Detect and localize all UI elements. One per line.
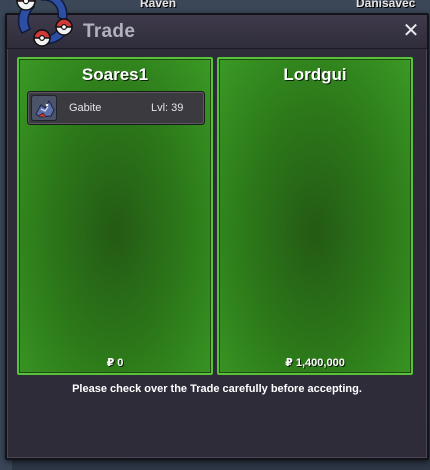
trade-panels: Soares1 Gabite Lvl: 39 ₽ 0 Lordgui ₽ 1,4… xyxy=(17,57,413,375)
window-title: Trade xyxy=(83,21,136,42)
gabite-icon xyxy=(31,95,57,121)
my-offer-panel: Soares1 Gabite Lvl: 39 ₽ 0 xyxy=(17,57,213,375)
trade-item-slot[interactable]: Gabite Lvl: 39 xyxy=(27,91,205,125)
money-offer: ₽ 1,400,000 xyxy=(285,357,345,369)
partner-offer-panel: Lordgui ₽ 1,400,000 xyxy=(217,57,413,375)
background-player-name: Danisavec xyxy=(356,0,416,10)
close-button[interactable]: ✕ xyxy=(401,21,421,41)
pokeball-logo-icon xyxy=(8,0,76,49)
close-icon: ✕ xyxy=(402,20,420,42)
player-name: Lordgui xyxy=(283,65,347,84)
pokemon-name: Gabite xyxy=(69,102,102,114)
trade-notice: Please check over the Trade carefully be… xyxy=(72,383,362,395)
pokemon-level: Lvl: 39 xyxy=(151,102,184,114)
money-offer: ₽ 0 xyxy=(106,357,124,369)
trade-window: Trade ✕ Soares1 Gabite Lvl: 39 ₽ 0 Lordg… xyxy=(5,13,429,460)
player-name: Soares1 xyxy=(81,65,149,84)
background-player-name: Raven xyxy=(140,0,177,10)
